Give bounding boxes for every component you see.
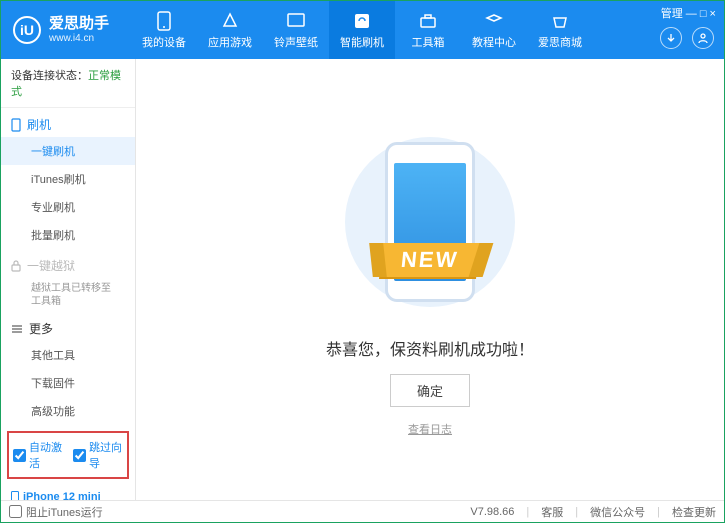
nav-label: 爱思商城 bbox=[538, 34, 582, 50]
section-flash[interactable]: 刷机 bbox=[1, 108, 135, 137]
checkbox-input[interactable] bbox=[13, 449, 26, 462]
logo-icon: iU bbox=[13, 16, 41, 44]
apps-icon bbox=[220, 11, 240, 31]
nav-apps[interactable]: 应用游戏 bbox=[197, 1, 263, 59]
nav-flash[interactable]: 智能刷机 bbox=[329, 1, 395, 59]
status-label: 设备连接状态： bbox=[11, 70, 88, 82]
update-link[interactable]: 检查更新 bbox=[672, 504, 716, 520]
success-illustration: NEW bbox=[335, 122, 525, 322]
toolbox-icon bbox=[418, 11, 438, 31]
nav-label: 教程中心 bbox=[472, 34, 516, 50]
sidebar-item-download[interactable]: 下载固件 bbox=[1, 369, 135, 397]
main-content: NEW 恭喜您，保资料刷机成功啦！ 确定 查看日志 bbox=[136, 59, 724, 500]
sidebar-item-oneclick[interactable]: 一键刷机 bbox=[1, 137, 135, 165]
section-title: 更多 bbox=[29, 320, 53, 337]
sidebar: 设备连接状态：正常模式 刷机 一键刷机 iTunes刷机 专业刷机 批量刷机 一… bbox=[1, 59, 136, 500]
download-icon[interactable] bbox=[660, 27, 682, 49]
jailbreak-note: 越狱工具已转移至 工具箱 bbox=[1, 278, 135, 312]
store-icon bbox=[550, 11, 570, 31]
nav-label: 智能刷机 bbox=[340, 34, 384, 50]
options-highlighted: 自动激活 跳过向导 bbox=[7, 431, 129, 479]
section-title: 刷机 bbox=[27, 116, 51, 133]
flash-icon bbox=[352, 11, 372, 31]
checkbox-input[interactable] bbox=[73, 449, 86, 462]
nav-my-device[interactable]: 我的设备 bbox=[131, 1, 197, 59]
wechat-link[interactable]: 微信公众号 bbox=[590, 504, 645, 520]
checkbox-skip-guide[interactable]: 跳过向导 bbox=[73, 439, 123, 471]
brand-url: www.i4.cn bbox=[49, 33, 109, 44]
block-itunes-option[interactable]: 阻止iTunes运行 bbox=[9, 504, 103, 520]
device-status: 设备连接状态：正常模式 bbox=[1, 59, 135, 108]
nav-label: 铃声壁纸 bbox=[274, 34, 318, 50]
device-name[interactable]: iPhone 12 mini bbox=[11, 491, 125, 500]
view-log-link[interactable]: 查看日志 bbox=[408, 421, 452, 437]
status-bar: 阻止iTunes运行 V7.98.66 | 客服 | 微信公众号 | 检查更新 bbox=[1, 500, 724, 522]
checkbox-input[interactable] bbox=[9, 505, 22, 518]
nav-label: 我的设备 bbox=[142, 34, 186, 50]
lock-icon bbox=[11, 260, 21, 272]
user-icon[interactable] bbox=[692, 27, 714, 49]
version-label: V7.98.66 bbox=[470, 506, 514, 518]
nav-label: 工具箱 bbox=[412, 34, 445, 50]
section-more[interactable]: 更多 bbox=[1, 312, 135, 341]
success-message: 恭喜您，保资料刷机成功啦！ bbox=[326, 336, 534, 360]
phone-tiny-icon bbox=[11, 491, 19, 500]
wallpaper-icon bbox=[286, 11, 306, 31]
nav-toolbox[interactable]: 工具箱 bbox=[395, 1, 461, 59]
nav-store[interactable]: 爱思商城 bbox=[527, 1, 593, 59]
logo-text: 爱思助手 www.i4.cn bbox=[49, 16, 109, 44]
sidebar-item-advanced[interactable]: 高级功能 bbox=[1, 397, 135, 425]
checkbox-auto-activate[interactable]: 自动激活 bbox=[13, 439, 63, 471]
section-jailbreak: 一键越狱 bbox=[1, 249, 135, 278]
brand-name: 爱思助手 bbox=[49, 16, 109, 33]
phone-icon bbox=[154, 11, 174, 31]
sidebar-item-batch[interactable]: 批量刷机 bbox=[1, 221, 135, 249]
sidebar-item-pro[interactable]: 专业刷机 bbox=[1, 193, 135, 221]
header-action-icons bbox=[660, 27, 714, 49]
service-link[interactable]: 客服 bbox=[541, 504, 563, 520]
logo-area: iU 爱思助手 www.i4.cn bbox=[1, 16, 131, 44]
nav-label: 应用游戏 bbox=[208, 34, 252, 50]
confirm-button[interactable]: 确定 bbox=[390, 374, 470, 407]
section-title: 一键越狱 bbox=[27, 257, 75, 274]
menu-icon bbox=[11, 324, 23, 334]
sidebar-item-other[interactable]: 其他工具 bbox=[1, 341, 135, 369]
footer-right: V7.98.66 | 客服 | 微信公众号 | 检查更新 bbox=[470, 504, 716, 520]
phone-small-icon bbox=[11, 118, 21, 132]
title-bar: iU 爱思助手 www.i4.cn 我的设备 应用游戏 铃声壁纸 智能刷机 工具… bbox=[1, 1, 724, 59]
nav-tutorials[interactable]: 教程中心 bbox=[461, 1, 527, 59]
new-banner: NEW bbox=[380, 243, 481, 277]
body: 设备连接状态：正常模式 刷机 一键刷机 iTunes刷机 专业刷机 批量刷机 一… bbox=[1, 59, 724, 500]
main-nav: 我的设备 应用游戏 铃声壁纸 智能刷机 工具箱 教程中心 爱思商城 bbox=[131, 1, 724, 59]
sidebar-item-itunes[interactable]: iTunes刷机 bbox=[1, 165, 135, 193]
window-controls[interactable]: 管理 — □ × bbox=[661, 5, 716, 21]
tutorial-icon bbox=[484, 11, 504, 31]
nav-ringtones[interactable]: 铃声壁纸 bbox=[263, 1, 329, 59]
device-info: iPhone 12 mini 64GB Down-12mini-13,1 bbox=[1, 485, 135, 500]
